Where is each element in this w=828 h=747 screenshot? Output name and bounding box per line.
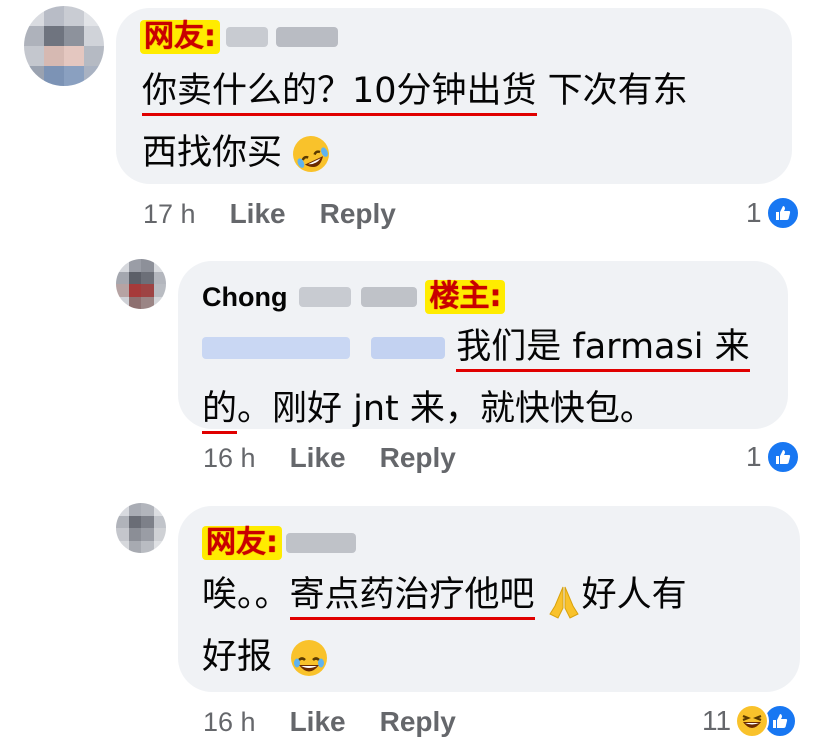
comment-author[interactable]: Chong 楼主: xyxy=(202,280,506,314)
avatar[interactable] xyxy=(116,259,166,309)
annotation-tag: 网友: xyxy=(202,526,282,560)
blurred-name xyxy=(276,27,338,47)
timestamp[interactable]: 17 h xyxy=(143,199,196,230)
avatar[interactable] xyxy=(116,503,166,553)
comment-text: 我们是 farmasi 来 的。刚好 jnt 来，就快快包。 xyxy=(202,316,782,440)
like-button[interactable]: Like xyxy=(230,198,286,230)
comment-author[interactable]: 网友: xyxy=(202,526,356,560)
comment-meta: 17 h Like Reply xyxy=(143,198,396,230)
reaction-count: 1 xyxy=(746,197,762,228)
comment-text: 你卖什么的？10分钟出货 下次有东 西找你买 xyxy=(142,60,782,184)
folded-hands-emoji-icon xyxy=(546,578,582,619)
reaction-count: 1 xyxy=(746,441,762,472)
reaction-summary[interactable]: 1 xyxy=(746,440,800,474)
underlined-text: 的 xyxy=(202,389,238,434)
blurred-name xyxy=(286,533,356,553)
comment-author[interactable]: 网友: xyxy=(140,20,338,54)
mentioned-user-blurred[interactable] xyxy=(202,337,350,359)
comment-text: 唉。。寄点药治疗他吧 好人有 好报 xyxy=(202,575,687,677)
blurred-name xyxy=(361,287,418,307)
reaction-count: 11 xyxy=(702,705,732,736)
like-icon xyxy=(765,196,800,230)
reply-button[interactable]: Reply xyxy=(320,198,396,230)
underlined-text: 我们是 farmasi 来 xyxy=(456,327,750,372)
mentioned-user-blurred[interactable] xyxy=(371,337,446,359)
annotation-tag: 楼主: xyxy=(425,280,506,314)
reaction-summary[interactable]: 11 xyxy=(702,704,798,738)
underlined-text: 寄点药治疗他吧 xyxy=(289,575,535,620)
like-button[interactable]: Like xyxy=(290,442,346,474)
comment-meta: 16 h Like Reply xyxy=(203,706,456,738)
underlined-text: 你卖什么的？10分钟出货 xyxy=(142,71,537,116)
reply-button[interactable]: Reply xyxy=(380,706,456,738)
reply-button[interactable]: Reply xyxy=(380,442,456,474)
grinning-sweat-emoji-icon xyxy=(291,640,328,676)
like-icon xyxy=(765,440,800,474)
avatar[interactable] xyxy=(24,6,104,86)
author-name[interactable]: Chong xyxy=(202,282,287,313)
timestamp[interactable]: 16 h xyxy=(203,707,256,738)
annotation-tag: 网友: xyxy=(140,20,220,54)
reaction-summary[interactable]: 1 xyxy=(746,196,800,230)
blurred-name xyxy=(226,27,268,47)
blurred-name xyxy=(299,287,352,307)
comment-meta: 16 h Like Reply xyxy=(203,442,456,474)
rolling-laughing-emoji-icon xyxy=(287,130,336,178)
timestamp[interactable]: 16 h xyxy=(203,443,256,474)
like-button[interactable]: Like xyxy=(290,706,346,738)
laughing-icon xyxy=(735,704,770,738)
